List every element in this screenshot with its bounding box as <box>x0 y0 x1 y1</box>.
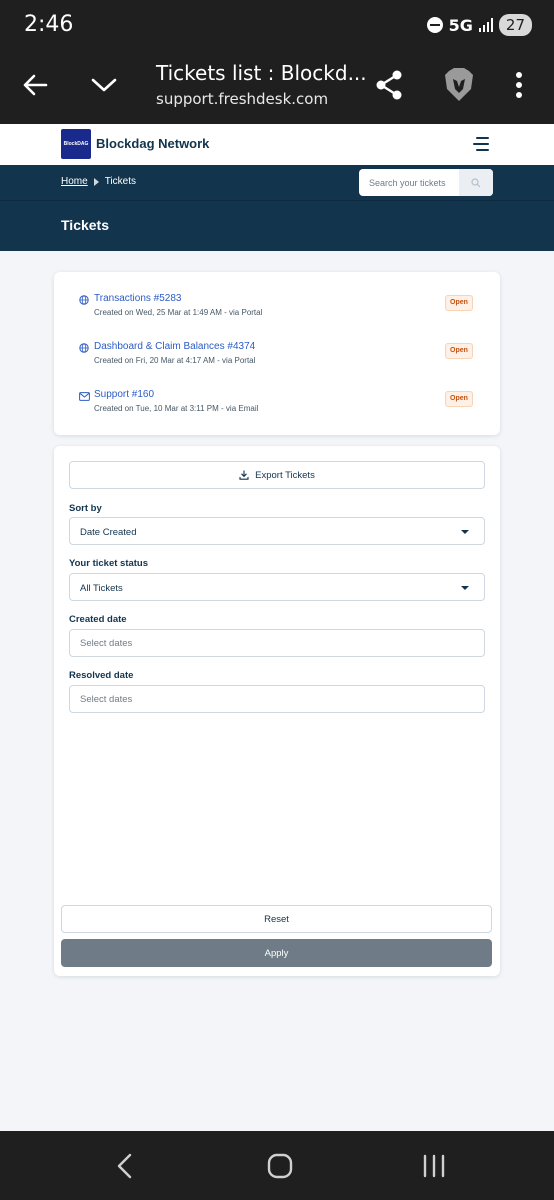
more-options-icon[interactable] <box>510 68 528 102</box>
created-date-label: Created date <box>69 614 127 625</box>
export-tickets-button[interactable]: Export Tickets <box>69 461 485 489</box>
export-label: Export Tickets <box>255 469 315 481</box>
url-text[interactable]: support.freshdesk.com <box>156 90 328 108</box>
site-logo[interactable]: BlockDAG <box>61 129 91 159</box>
sort-by-select[interactable]: Date Created <box>69 517 485 545</box>
menu-hamburger-icon[interactable] <box>473 137 489 155</box>
globe-icon <box>79 295 89 305</box>
ticket-search <box>359 169 493 196</box>
tab-title[interactable]: Tickets list : Blockd... <box>156 61 367 85</box>
chevron-down-icon[interactable] <box>88 70 120 100</box>
signal-icon <box>478 18 493 32</box>
caret-down-icon <box>461 530 469 534</box>
search-button[interactable] <box>459 169 493 196</box>
ticket-title-link[interactable]: Dashboard & Claim Balances #4374 <box>94 341 255 352</box>
page-title: Tickets <box>61 217 109 233</box>
status-badge: Open <box>445 343 473 359</box>
ticket-status-select[interactable]: All Tickets <box>69 573 485 601</box>
ticket-row[interactable]: Transactions #5283 Created on Wed, 25 Ma… <box>54 293 500 333</box>
ticket-status-value: All Tickets <box>80 583 123 594</box>
email-icon <box>79 392 90 401</box>
status-badge: Open <box>445 391 473 407</box>
breadcrumb-separator-icon <box>93 177 99 186</box>
tickets-list: Transactions #5283 Created on Wed, 25 Ma… <box>54 272 500 435</box>
search-input[interactable] <box>359 169 459 196</box>
back-arrow-icon[interactable] <box>20 70 50 100</box>
reset-button[interactable]: Reset <box>61 905 492 933</box>
status-icons: 5G 27 <box>426 14 532 36</box>
sort-by-value: Date Created <box>80 527 137 538</box>
status-badge: Open <box>445 295 473 311</box>
ticket-status-label: Your ticket status <box>69 558 149 569</box>
ticket-meta: Created on Wed, 25 Mar at 1:49 AM - via … <box>94 308 263 317</box>
ticket-title-link[interactable]: Transactions #5283 <box>94 293 181 304</box>
brave-lion-icon[interactable] <box>441 66 477 104</box>
ticket-meta: Created on Fri, 20 Mar at 4:17 AM - via … <box>94 356 256 365</box>
ticket-meta: Created on Tue, 10 Mar at 3:11 PM - via … <box>94 404 259 413</box>
ticket-title-link[interactable]: Support #160 <box>94 389 154 400</box>
share-icon[interactable] <box>372 68 406 102</box>
ticket-row[interactable]: Dashboard & Claim Balances #4374 Created… <box>54 341 500 381</box>
browser-toolbar: Tickets list : Blockd... support.freshde… <box>0 50 554 124</box>
status-bar: 2:46 5G 27 <box>0 0 554 50</box>
caret-down-icon <box>461 586 469 590</box>
breadcrumb-home-link[interactable]: Home <box>61 176 88 187</box>
apply-button[interactable]: Apply <box>61 939 492 967</box>
nav-home-icon[interactable] <box>266 1152 294 1180</box>
battery-level: 27 <box>498 14 532 36</box>
download-icon <box>239 470 249 480</box>
created-date-input[interactable] <box>69 629 485 657</box>
breadcrumb-current: Tickets <box>104 176 136 187</box>
network-type: 5G <box>448 15 473 35</box>
resolved-date-label: Resolved date <box>69 670 134 681</box>
filter-panel: Export Tickets Sort by Date Created Your… <box>54 446 500 976</box>
nav-back-icon[interactable] <box>114 1152 136 1180</box>
site-name[interactable]: Blockdag Network <box>96 136 209 151</box>
search-icon <box>471 177 481 187</box>
sort-by-label: Sort by <box>69 503 102 514</box>
page-title-band: Tickets <box>0 201 554 251</box>
ticket-row[interactable]: Support #160 Created on Tue, 10 Mar at 3… <box>54 389 500 429</box>
globe-icon <box>79 343 89 353</box>
do-not-disturb-icon <box>426 17 443 33</box>
system-nav-bar <box>0 1131 554 1200</box>
resolved-date-input[interactable] <box>69 685 485 713</box>
nav-recents-icon[interactable] <box>421 1153 447 1179</box>
site-header: BlockDAG Blockdag Network <box>0 124 554 165</box>
breadcrumb: Home Tickets <box>61 176 136 187</box>
status-time: 2:46 <box>24 12 74 37</box>
